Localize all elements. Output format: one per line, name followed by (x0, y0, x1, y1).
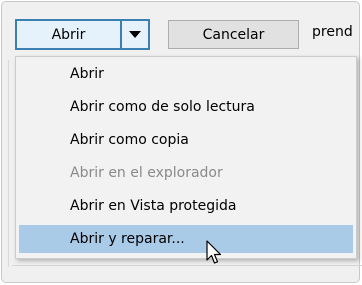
menu-item-open-read-only[interactable]: Abrir como de solo lectura (19, 93, 353, 121)
open-dropdown-arrow-button[interactable] (122, 21, 148, 48)
dialog-divider-left (8, 60, 9, 267)
open-dropdown-menu: Abrir Abrir como de solo lectura Abrir c… (15, 56, 357, 259)
menu-item-open-as-copy[interactable]: Abrir como copia (19, 126, 353, 154)
background-text: prend (312, 24, 353, 40)
menu-item-open-and-repair[interactable]: Abrir y reparar... (19, 225, 353, 253)
mouse-pointer-icon (206, 240, 222, 264)
cancel-button[interactable]: Cancelar (168, 20, 299, 49)
chevron-down-icon (129, 30, 141, 38)
open-split-button[interactable]: Abrir (15, 19, 150, 50)
open-button[interactable]: Abrir (17, 21, 120, 48)
dialog-divider-bottom (12, 265, 362, 266)
menu-item-open[interactable]: Abrir (19, 60, 353, 88)
menu-item-open-in-browser: Abrir en el explorador (70, 165, 223, 181)
menu-item-open-protected-view[interactable]: Abrir en Vista protegida (19, 192, 353, 220)
